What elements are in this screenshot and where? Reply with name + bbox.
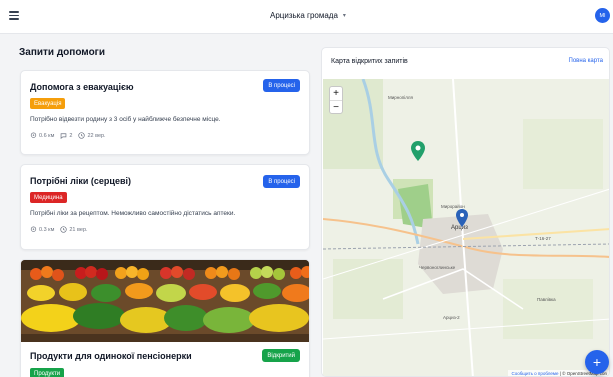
clock-icon <box>60 226 68 233</box>
request-card[interactable]: Потрібні ліки (серцеві) В процесі Медици… <box>20 164 310 250</box>
request-title: Потрібні ліки (серцеві) <box>30 176 131 186</box>
request-description: Потрібні ліки за рецептом. Неможливо сам… <box>30 210 236 217</box>
map-view[interactable]: Мирнопілля Мирорайон Арциз Т-16-27 Черво… <box>323 79 609 376</box>
map-marker-blue[interactable] <box>456 209 468 227</box>
avatar[interactable]: MI <box>595 8 610 23</box>
comment-count: 2 <box>69 132 73 139</box>
map-tiles: Мирнопілля Мирорайон Арциз Т-16-27 Черво… <box>323 79 609 376</box>
distance: 0.6 км <box>39 132 55 139</box>
map-panel: Карта відкритих запитів Повна карта Мирн… <box>321 47 610 377</box>
request-title: Допомога з евакуацією <box>30 82 134 92</box>
zoom-in-button[interactable]: + <box>330 87 342 100</box>
menu-icon[interactable] <box>9 11 19 20</box>
category-badge: Евакуація <box>30 98 66 109</box>
map-label-west: Червоноглинське <box>419 265 456 270</box>
map-label-south: Арциз-2 <box>443 315 460 320</box>
request-card[interactable]: Продукти для одинокої пенсіонерки Відкри… <box>20 259 310 377</box>
category-badge: Продукти <box>30 368 65 377</box>
location-icon <box>30 132 37 138</box>
chevron-down-icon: ▾ <box>342 13 346 19</box>
request-meta: 0.3 км 21 вер. <box>30 226 88 233</box>
zoom-controls: + − <box>329 86 343 114</box>
location-icon <box>30 226 37 232</box>
top-bar: Арцизька громада ▾ MI <box>0 0 613 34</box>
map-label-road: Т-16-27 <box>535 236 551 241</box>
map-title: Карта відкритих запитів <box>331 58 408 65</box>
full-map-link[interactable]: Повна карта <box>569 58 603 64</box>
category-badge: Медицина <box>30 192 67 203</box>
request-card[interactable]: Допомога з евакуацією В процесі Евакуаці… <box>20 70 310 155</box>
request-meta: 0.6 км 2 22 вер. <box>30 132 106 139</box>
section-title: Запити допомоги <box>19 47 105 58</box>
community-name: Арцизька громада <box>270 11 338 20</box>
status-badge: Відкритий <box>262 349 300 362</box>
map-marker-green[interactable] <box>411 141 425 161</box>
report-problem-link[interactable]: Сообщить о проблеме <box>511 371 558 376</box>
produce-image <box>21 260 309 342</box>
map-label-north: Мирнопілля <box>388 95 413 100</box>
request-date: 21 вер. <box>69 226 88 233</box>
comment-icon <box>61 133 67 139</box>
zoom-out-button[interactable]: − <box>330 100 342 113</box>
status-badge: В процесі <box>263 79 300 92</box>
request-title: Продукти для одинокої пенсіонерки <box>30 351 192 361</box>
distance: 0.3 км <box>39 226 55 233</box>
status-badge: В процесі <box>263 175 300 188</box>
add-request-button[interactable]: + <box>585 350 609 374</box>
community-selector[interactable]: Арцизька громада ▾ <box>270 11 346 20</box>
request-date: 22 вер. <box>87 132 106 139</box>
map-label-east: Павлівка <box>537 297 556 302</box>
request-description: Потрібно відвезти родину з 3 осіб у найб… <box>30 116 221 123</box>
clock-icon <box>78 132 86 139</box>
